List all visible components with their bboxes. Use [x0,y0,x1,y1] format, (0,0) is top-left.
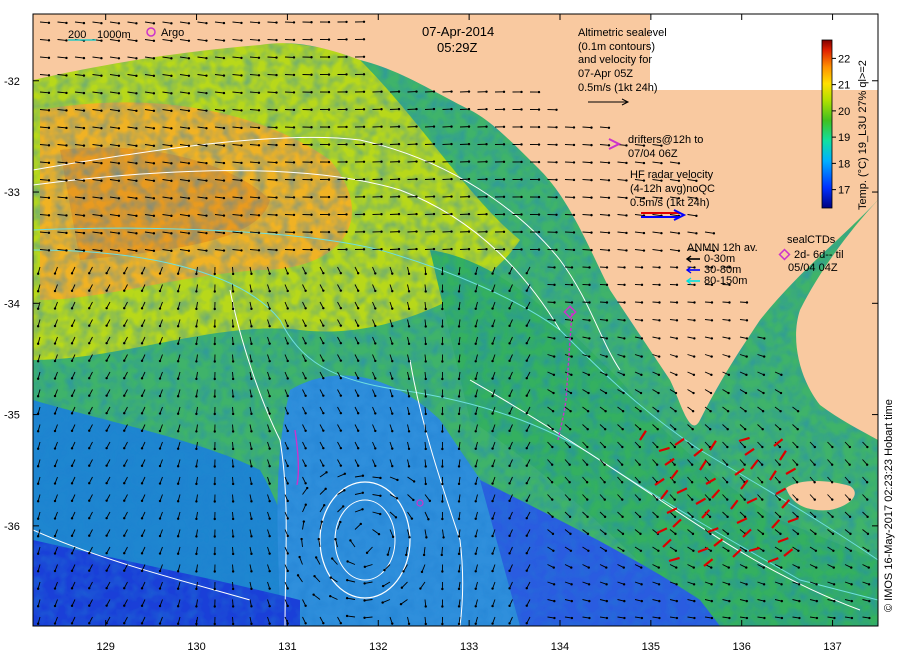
altimetry-line3: and velocity for [578,54,652,66]
colorbar-tick-label: 17 [838,185,850,197]
x-tick-label: 133 [460,641,478,653]
x-tick-label: 134 [551,641,569,653]
bathy-legend: 200 1000m Argo [68,27,184,41]
hf-radar-line2: (4-12h avg)noQC [630,183,715,195]
altimetry-line4: 07-Apr 05Z [578,68,633,80]
x-tick-label: 136 [733,641,751,653]
y-tick-label: -36 [4,521,20,533]
y-tick-label: -34 [4,298,20,310]
colorbar-tick-label: 22 [838,53,850,65]
argo-label: Argo [161,27,184,39]
altimetry-line5: 0.5m/s (1kt 24h) [578,82,657,94]
x-tick-label: 137 [823,641,841,653]
bathy-label-1000: 1000m [97,29,131,41]
x-tick-label: 129 [97,641,115,653]
y-tick-label: -35 [4,410,20,422]
map-date: 07-Apr-2014 [422,24,494,39]
x-tick-label: 132 [369,641,387,653]
y-tick-label: -32 [4,76,20,88]
drifters-line1: drifters@12h to [628,134,703,146]
map-time: 05:29Z [437,40,478,55]
x-tick-label: 131 [278,641,296,653]
colorbar-tick-label: 20 [838,106,850,118]
colorbar-tick-label: 18 [838,158,850,170]
x-tick-label: 130 [187,641,205,653]
imos-credit: © IMOS 16-May-2017 02:23:23 Hobart time [883,399,895,612]
hf-radar-line1: HF radar velocity [630,169,714,181]
x-tick-label: 135 [642,641,660,653]
seal-line2: 05/04 04Z [788,262,838,274]
seal-legend: sealCTDs 2d- 6d-- til 05/04 04Z [778,234,844,274]
colorbar-title: Temp. (°C) 19_L3U 27% ql>=2 [857,60,869,210]
colorbar-tick-label: 19 [838,132,850,144]
y-tick-label: -33 [4,187,20,199]
drifters-line2: 07/04 06Z [628,148,678,160]
altimetry-line2: (0.1m contours) [578,41,655,53]
bathy-label-200: 200 [68,29,86,41]
anmn-depth-label: 80-150m [704,275,747,287]
seal-title: sealCTDs [787,234,836,246]
sst-current-map: 129 130 131 132 133 134 135 136 137 -32 -33 -34 -35… [4,13,895,653]
hf-radar-line3: 0.5m/s (1kt 24h) [630,197,709,209]
no-data-area [650,14,878,90]
altimetry-line1: Altimetric sealevel [578,27,667,39]
colorbar-tick-label: 21 [838,80,850,92]
colorbar-gradient [821,39,833,209]
seal-line1: 2d- 6d-- til [794,249,844,261]
